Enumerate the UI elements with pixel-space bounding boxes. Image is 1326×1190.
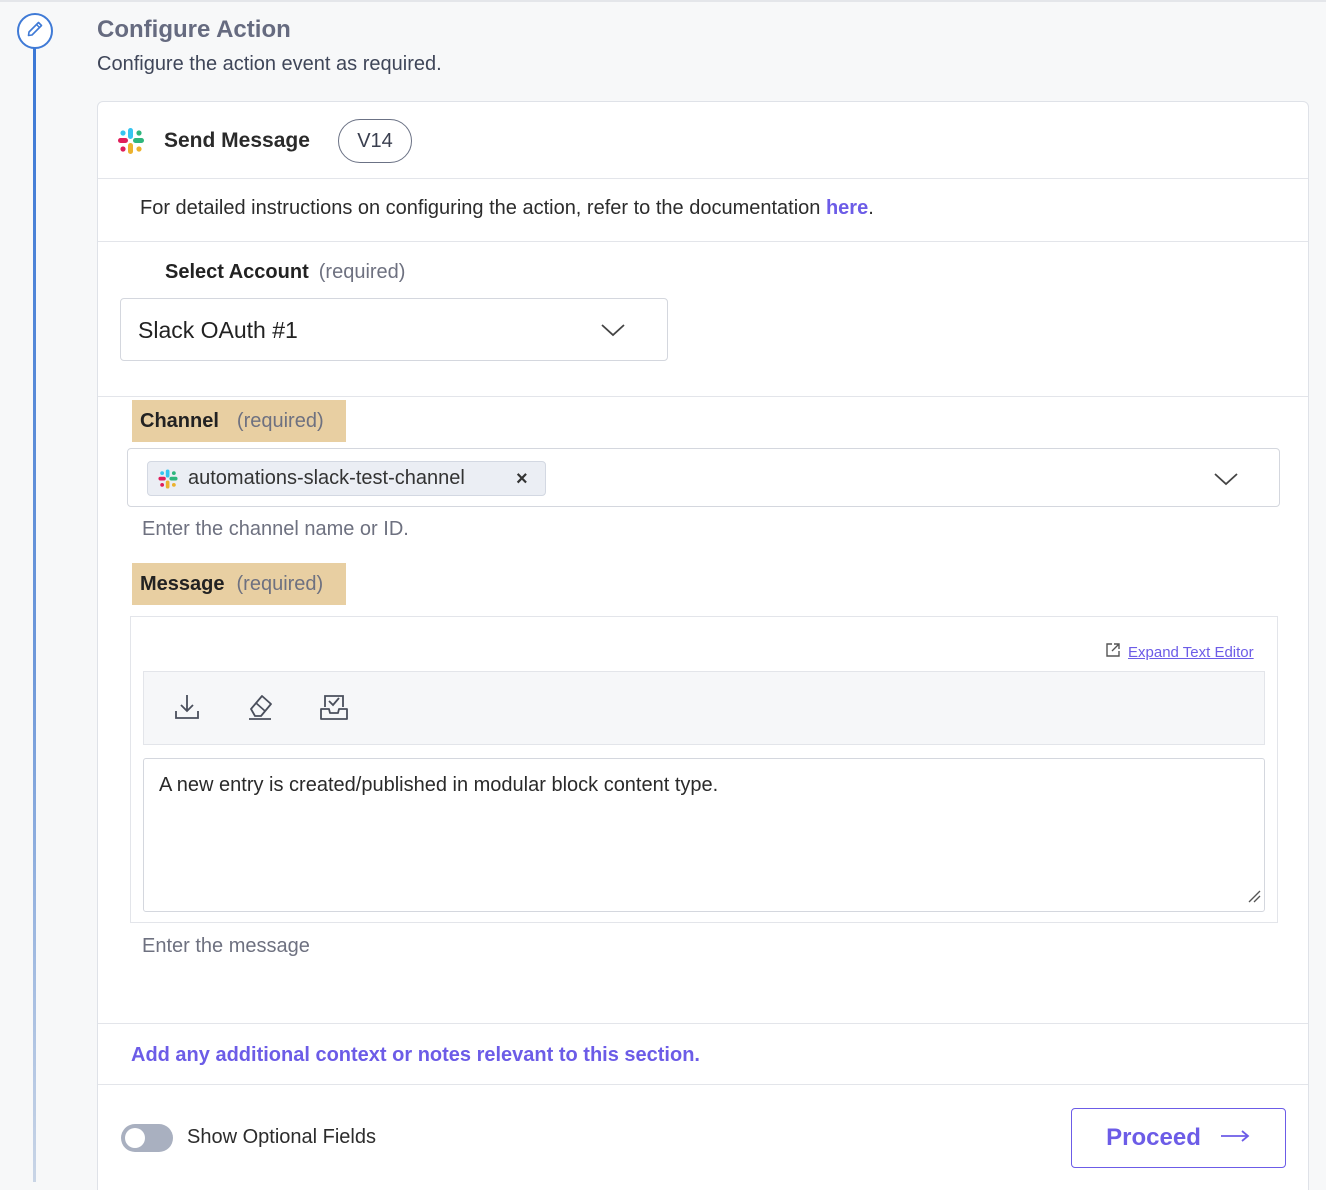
page-title: Configure Action [97,16,291,43]
documentation-link[interactable]: here [826,197,868,219]
message-label-text: Message [140,572,225,595]
documentation-suffix: . [868,197,874,219]
notes-row: Add any additional context or notes rele… [98,1023,1308,1085]
download-icon[interactable] [172,692,206,726]
documentation-prefix: For detailed instructions on configuring… [140,197,826,219]
channel-chip: automations-slack-test-channel × [147,461,546,496]
channel-required: (required) [236,409,324,432]
chevron-down-icon[interactable] [1212,470,1240,493]
add-notes-link[interactable]: Add any additional context or notes rele… [131,1044,700,1067]
expand-text-editor-label: Expand Text Editor [1128,643,1254,661]
channel-chip-label: automations-slack-test-channel [188,467,465,489]
action-name: Send Message [164,129,310,152]
version-badge[interactable]: V14 [338,119,412,163]
channel-label: Channel (required) [132,400,346,442]
chip-remove-icon[interactable]: × [516,468,528,491]
account-label: Select Account (required) [165,261,405,284]
account-label-text: Select Account [165,261,309,283]
editor-toolbar [143,671,1265,745]
step-indicator [17,13,53,49]
show-optional-fields-label: Show Optional Fields [187,1126,376,1148]
expand-text-editor-link[interactable]: Expand Text Editor [1104,641,1254,663]
message-help-text: Enter the message [142,935,310,957]
slack-logo-icon [157,468,179,495]
account-value: Slack OAuth #1 [138,317,298,343]
arrow-right-icon [1219,1128,1251,1149]
card-footer: Show Optional Fields Proceed [98,1085,1308,1190]
action-card: Send Message V14 For detailed instructio… [97,101,1309,1190]
inbox-check-icon[interactable] [318,692,352,726]
message-label: Message (required) [132,563,346,605]
documentation-text: For detailed instructions on configuring… [140,197,874,220]
message-editor: Expand Text Editor A new entry is create… [130,616,1278,923]
card-header: Send Message V14 [98,102,1308,179]
eraser-icon[interactable] [245,692,279,726]
proceed-button[interactable]: Proceed [1071,1108,1286,1168]
chevron-down-icon [599,321,627,344]
resize-handle-icon[interactable] [1246,888,1262,909]
channel-label-text: Channel [140,409,219,432]
message-value: A new entry is created/published in modu… [159,774,719,796]
documentation-row: For detailed instructions on configuring… [98,179,1308,242]
timeline-line [33,48,36,1182]
slack-logo-icon [116,126,146,161]
message-required: (required) [236,572,324,595]
external-link-icon [1104,641,1122,663]
account-required: (required) [318,261,406,283]
message-textarea[interactable]: A new entry is created/published in modu… [143,758,1265,912]
proceed-label: Proceed [1106,1124,1201,1151]
toggle-knob [125,1128,145,1148]
pencil-icon [25,19,45,44]
page-subtitle: Configure the action event as required. [97,53,442,75]
channel-select[interactable]: automations-slack-test-channel × [127,448,1280,507]
channel-help-text: Enter the channel name or ID. [142,518,409,540]
show-optional-fields-toggle[interactable] [121,1124,173,1152]
account-section: Select Account (required) Slack OAuth #1 [98,242,1308,397]
account-select[interactable]: Slack OAuth #1 [120,298,668,361]
top-border [0,0,1326,2]
